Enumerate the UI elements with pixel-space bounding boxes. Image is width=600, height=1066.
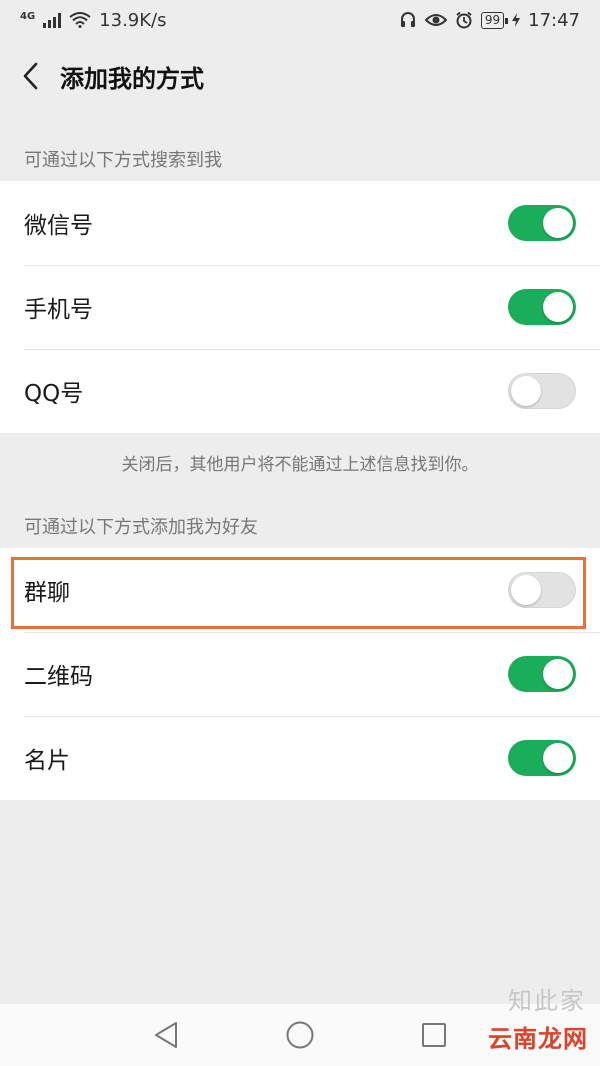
alarm-icon bbox=[456, 11, 472, 29]
setting-label: 微信号 bbox=[24, 213, 93, 239]
nav-back-button[interactable] bbox=[149, 1018, 183, 1052]
chevron-left-icon bbox=[23, 62, 38, 90]
status-left: 4G 13.9K/s bbox=[20, 10, 167, 31]
status-bar: 4G 13.9K/s 99 17:47 bbox=[0, 0, 600, 40]
phone-toggle[interactable] bbox=[508, 289, 576, 325]
brand-watermark: 云南龙网 bbox=[488, 1025, 588, 1053]
setting-label: 二维码 bbox=[24, 664, 93, 690]
title-bar: 添加我的方式 bbox=[0, 40, 600, 112]
status-right: 99 17:47 bbox=[399, 10, 580, 31]
eye-icon bbox=[424, 14, 447, 26]
toggle-knob bbox=[511, 376, 541, 406]
battery-icon: 99 bbox=[480, 11, 509, 29]
headphones-icon bbox=[400, 12, 415, 27]
wifi-icon bbox=[69, 12, 91, 28]
nav-home-button[interactable] bbox=[283, 1018, 317, 1052]
group-chat-toggle[interactable] bbox=[508, 572, 576, 608]
toggle-knob bbox=[543, 208, 573, 238]
setting-label: 群聊 bbox=[24, 580, 70, 606]
clock: 17:47 bbox=[528, 9, 580, 31]
toggle-knob bbox=[511, 575, 541, 605]
setting-row-qq: QQ号 bbox=[0, 349, 600, 433]
signal-icon bbox=[43, 12, 62, 28]
setting-label: 名片 bbox=[24, 748, 70, 774]
setting-label: 手机号 bbox=[24, 297, 93, 323]
search-section-label: 可通过以下方式搜索到我 bbox=[24, 150, 222, 171]
back-button[interactable] bbox=[0, 40, 60, 112]
search-settings-card: 微信号 手机号 QQ号 bbox=[0, 181, 600, 433]
search-note: 关闭后，其他用户将不能通过上述信息找到你。 bbox=[121, 455, 479, 475]
toggle-knob bbox=[543, 659, 573, 689]
network-type: 4G bbox=[20, 10, 36, 22]
setting-label: QQ号 bbox=[24, 381, 84, 407]
toggle-knob bbox=[543, 292, 573, 322]
nav-recents-button[interactable] bbox=[417, 1018, 451, 1052]
add-section-label: 可通过以下方式添加我为好友 bbox=[24, 517, 258, 538]
setting-row-group-chat: 群聊 bbox=[0, 548, 600, 632]
qr-code-toggle[interactable] bbox=[508, 656, 576, 692]
triangle-back-icon bbox=[155, 1022, 177, 1048]
add-settings-card: 群聊 二维码 名片 bbox=[0, 548, 600, 800]
qq-toggle[interactable] bbox=[508, 373, 576, 409]
setting-row-wechat-id: 微信号 bbox=[0, 181, 600, 265]
circle-home-icon bbox=[286, 1021, 314, 1049]
wechat-id-toggle[interactable] bbox=[508, 205, 576, 241]
toggle-knob bbox=[543, 743, 573, 773]
square-recents-icon bbox=[422, 1023, 446, 1047]
business-card-toggle[interactable] bbox=[508, 740, 576, 776]
faint-watermark: 知此家 bbox=[508, 987, 586, 1015]
charging-icon bbox=[512, 13, 521, 27]
setting-row-qr-code: 二维码 bbox=[0, 632, 600, 716]
setting-row-business-card: 名片 bbox=[0, 716, 600, 800]
network-speed: 13.9K/s bbox=[99, 9, 167, 31]
page-title: 添加我的方式 bbox=[60, 64, 204, 93]
setting-row-phone: 手机号 bbox=[0, 265, 600, 349]
